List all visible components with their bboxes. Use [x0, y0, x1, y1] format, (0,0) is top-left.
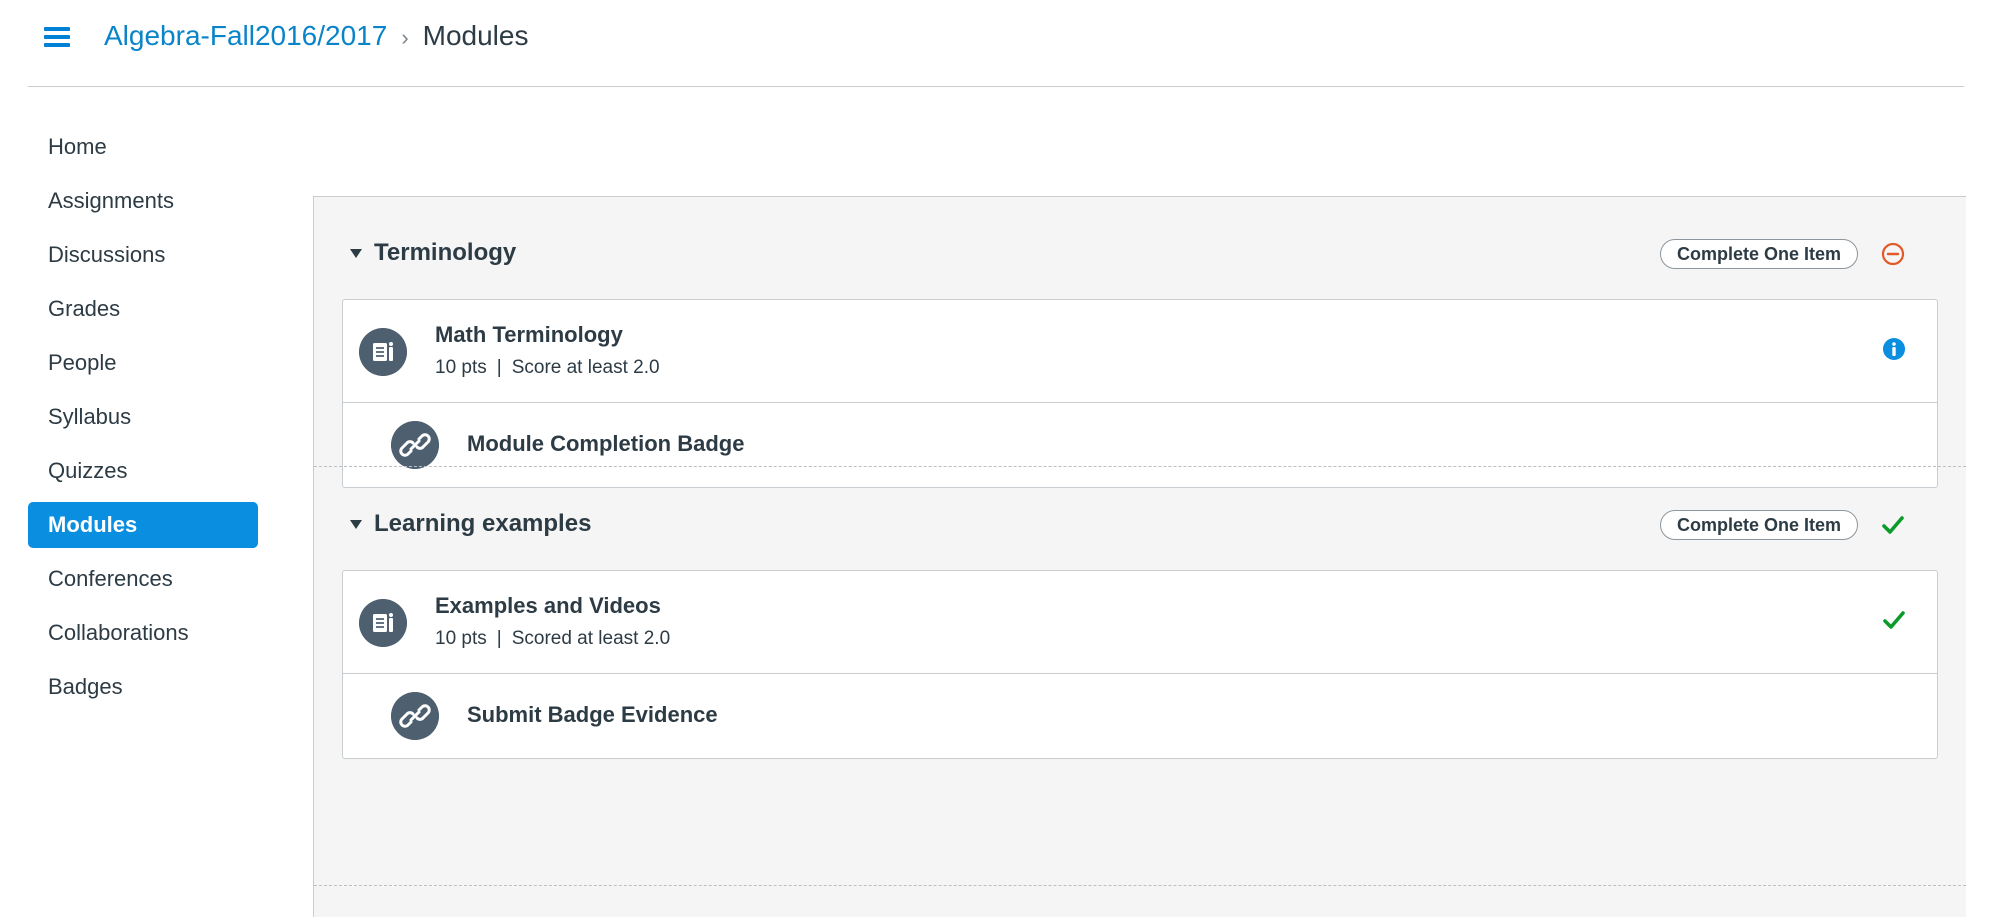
nav-item-quizzes[interactable]: Quizzes — [28, 448, 258, 494]
page-header: Algebra-Fall2016/2017 › Modules — [0, 0, 1992, 88]
nav-item-grades[interactable]: Grades — [28, 286, 258, 332]
meta-separator: | — [496, 357, 502, 378]
external-link-icon — [391, 421, 439, 469]
nav-item-syllabus[interactable]: Syllabus — [28, 394, 258, 440]
module-item-submit-badge-evidence[interactable]: Submit Badge Evidence — [343, 674, 1937, 758]
nav-item-collaborations[interactable]: Collaborations — [28, 610, 258, 656]
module-divider — [314, 466, 1966, 467]
nav-item-assignments[interactable]: Assignments — [28, 178, 258, 224]
module-item-math-terminology[interactable]: Math Terminology 10 pts | Score at least 2… — [343, 300, 1937, 403]
quiz-icon — [359, 328, 407, 376]
meta-separator: | — [496, 628, 502, 649]
module-divider — [314, 885, 1966, 886]
collapse-caret-icon[interactable] — [350, 520, 362, 529]
minus-circle-icon — [1881, 242, 1905, 266]
course-navigation: Home Assignments Discussions Grades Peop… — [28, 124, 258, 718]
module-items: Examples and Videos 10 pts | Scored at lea… — [342, 570, 1938, 759]
quiz-icon — [359, 599, 407, 647]
check-icon — [1883, 611, 1905, 629]
check-icon — [1882, 516, 1904, 534]
nav-item-badges[interactable]: Badges — [28, 664, 258, 710]
item-title[interactable]: Examples and Videos — [435, 593, 661, 619]
module-title[interactable]: Learning examples — [374, 510, 591, 538]
requirement-badge: Complete One Item — [1660, 510, 1859, 540]
module-item-examples-and-videos[interactable]: Examples and Videos 10 pts | Scored at lea… — [343, 571, 1937, 674]
nav-item-modules[interactable]: Modules — [28, 502, 258, 548]
chevron-right-icon: › — [401, 25, 409, 50]
nav-item-conferences[interactable]: Conferences — [28, 556, 258, 602]
header-divider — [28, 86, 1964, 87]
item-title[interactable]: Math Terminology — [435, 322, 623, 348]
item-title[interactable]: Module Completion Badge — [467, 431, 744, 457]
collapse-caret-icon[interactable] — [350, 249, 362, 258]
module-item-module-completion-badge[interactable]: Module Completion Badge — [343, 403, 1937, 487]
item-title[interactable]: Submit Badge Evidence — [467, 702, 718, 728]
requirement-badge: Complete One Item — [1660, 239, 1859, 269]
breadcrumb: Algebra-Fall2016/2017 › Modules — [104, 16, 528, 56]
item-criteria: Score at least 2.0 — [511, 357, 660, 378]
module-title[interactable]: Terminology — [374, 239, 516, 267]
nav-item-home[interactable]: Home — [28, 124, 258, 170]
module-items: Math Terminology 10 pts | Score at least 2… — [342, 299, 1938, 488]
breadcrumb-course-link[interactable]: Algebra-Fall2016/2017 — [104, 20, 387, 52]
external-link-icon — [391, 692, 439, 740]
modules-panel: Terminology Complete One Item Math Termi… — [313, 196, 1966, 917]
module-header: Terminology Complete One Item — [314, 223, 1966, 287]
info-icon[interactable] — [1881, 336, 1907, 362]
item-points: 10 pts — [435, 628, 487, 649]
module-header: Learning examples Complete One Item — [314, 494, 1966, 558]
item-details: 10 pts | Scored at least 2.0 — [435, 628, 670, 650]
nav-item-people[interactable]: People — [28, 340, 258, 386]
item-details: 10 pts | Score at least 2.0 — [435, 357, 660, 379]
hamburger-menu-icon[interactable] — [44, 27, 70, 49]
item-points: 10 pts — [435, 357, 487, 378]
nav-item-discussions[interactable]: Discussions — [28, 232, 258, 278]
breadcrumb-current: Modules — [422, 20, 529, 51]
item-criteria: Scored at least 2.0 — [511, 628, 671, 649]
